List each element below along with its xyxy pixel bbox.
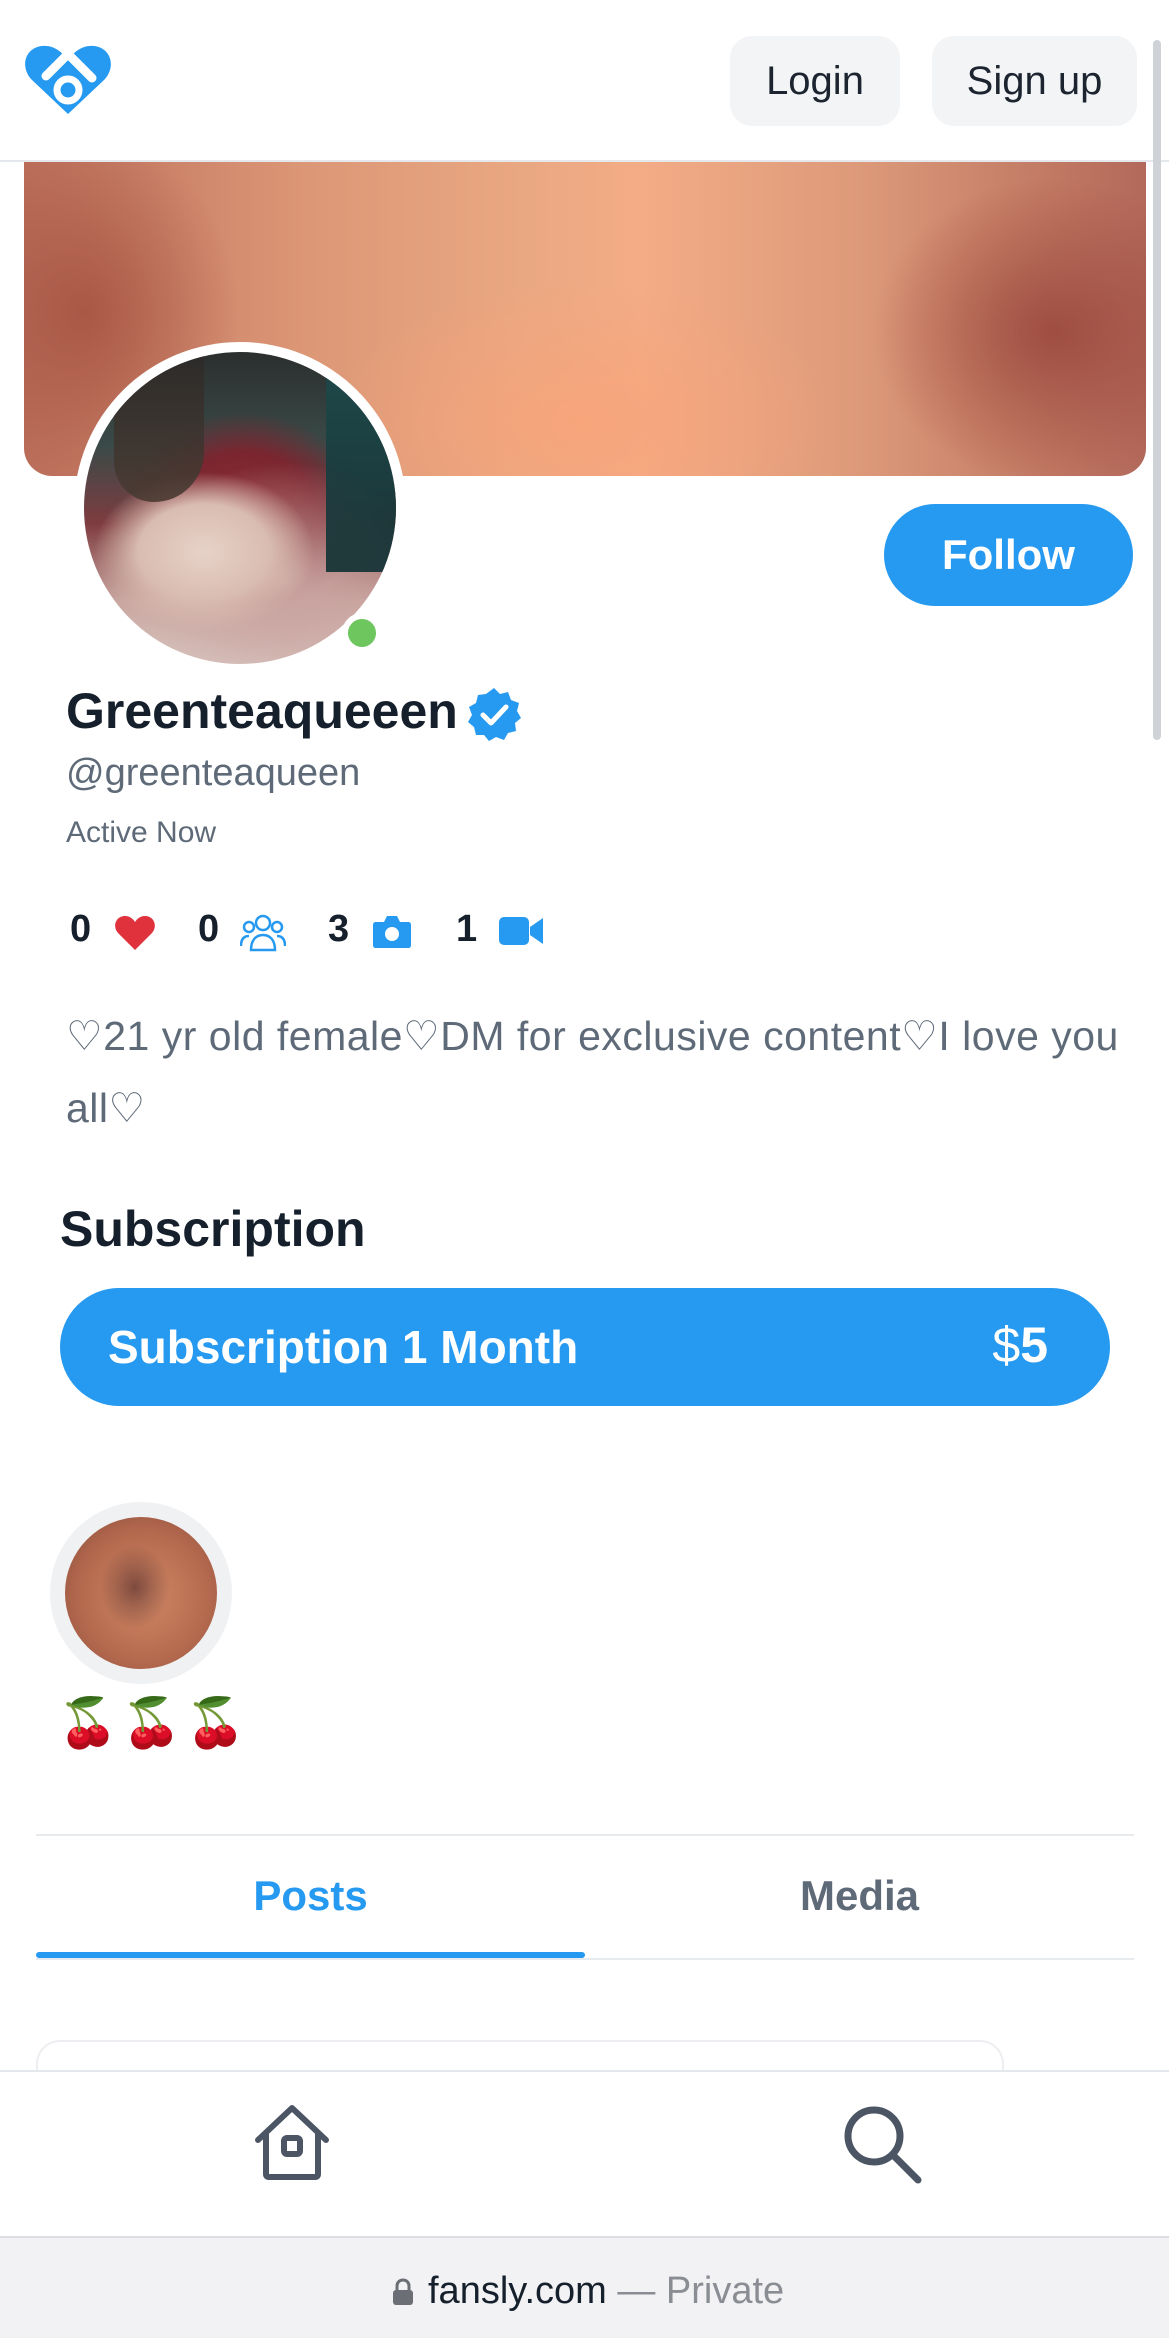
home-icon[interactable] [250,2100,334,2184]
subscription-tier-label: Subscription 1 Month [108,1321,579,1373]
currency-symbol: $ [992,1317,1021,1373]
login-button[interactable]: Login [730,36,900,126]
subscription-price: $5 [992,1316,1048,1374]
story-highlight-label: 🍒🍒🍒 [58,1697,250,1750]
video-camera-icon [498,914,544,948]
tab-media[interactable]: Media [585,1836,1134,1956]
heart-icon [114,914,156,952]
profile-display-name: Greenteaqueeen [66,683,458,739]
fansly-logo-icon[interactable] [22,40,114,120]
browser-private-label: — Private [606,2270,785,2312]
price-value: 5 [1020,1317,1048,1373]
follow-button[interactable]: Follow [884,504,1133,606]
camera-icon [372,912,412,950]
lock-icon [392,2278,414,2306]
fans-count: 0 [198,908,220,950]
page-scrollbar[interactable] [1153,40,1161,740]
photos-count: 3 [328,908,350,950]
profile-handle: @greenteaqueen [66,752,361,794]
browser-domain: fansly.com [428,2270,607,2312]
tabs-divider [36,1958,1134,1960]
subscription-heading: Subscription [60,1201,366,1257]
tab-posts[interactable]: Posts [36,1836,585,1956]
users-group-icon [239,910,287,954]
subscription-tier-button[interactable]: Subscription 1 Month $5 [60,1288,1110,1406]
signup-button[interactable]: Sign up [932,36,1137,126]
likes-count: 0 [70,908,92,950]
story-highlight[interactable] [50,1502,232,1684]
story-thumbnail [65,1517,217,1669]
bottom-navigation [0,2070,1169,2238]
search-icon[interactable] [838,2100,926,2188]
profile-bio: ♡21 yr old female♡DM for exclusive conte… [66,1013,1119,1131]
videos-count: 1 [456,908,478,950]
online-status-indicator [342,613,382,653]
browser-url: fansly.com — Private [428,2270,784,2313]
verified-badge-icon [466,686,522,742]
activity-status: Active Now [66,816,217,849]
